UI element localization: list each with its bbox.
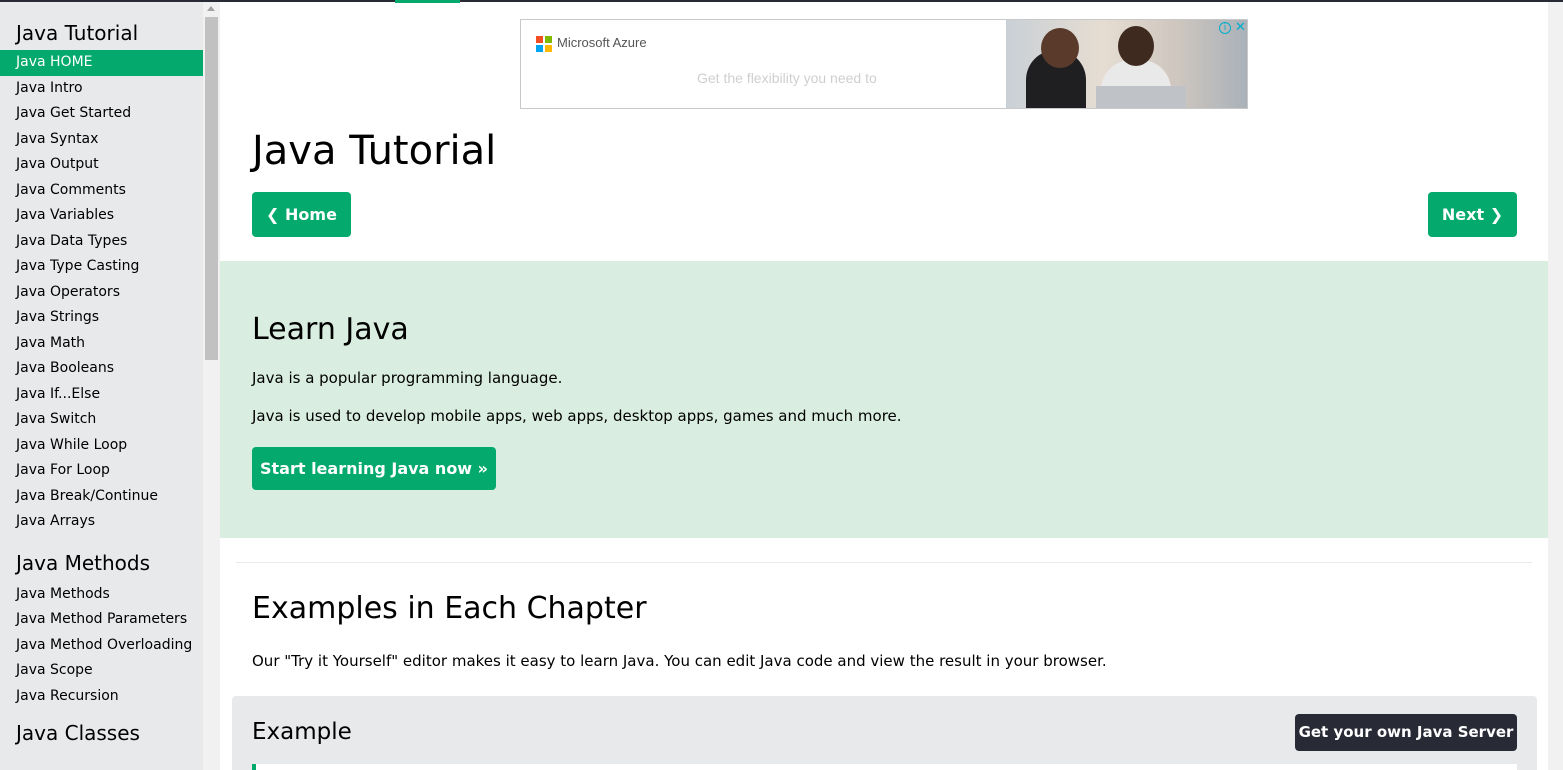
get-java-server-button[interactable]: Get your own Java Server [1295, 714, 1517, 751]
sidebar-heading: Java Tutorial [16, 21, 139, 45]
ad-brand-name: Microsoft Azure [557, 35, 647, 50]
examples-heading: Examples in Each Chapter [252, 591, 647, 626]
sidebar-item-java-switch[interactable]: Java Switch [0, 407, 203, 433]
logo-square-red [536, 36, 543, 43]
home-button[interactable]: ❮ Home [252, 192, 351, 237]
ad-close-icon[interactable]: ✕ [1235, 20, 1246, 35]
sidebar-item-java-arrays[interactable]: Java Arrays [0, 509, 203, 535]
sidebar-scrollbar-thumb[interactable] [205, 17, 218, 360]
scroll-up-arrow-icon[interactable] [207, 6, 215, 11]
learn-java-panel: Learn Java Java is a popular programming… [220, 261, 1548, 538]
logo-square-green [545, 36, 552, 43]
page-title: Java Tutorial [252, 128, 497, 174]
logo-square-yellow [545, 45, 552, 52]
ad-photo-laptop [1096, 86, 1186, 108]
sidebar-heading: Java Classes [16, 721, 140, 745]
microsoft-logo-icon [536, 36, 552, 52]
learn-java-heading: Learn Java [252, 312, 409, 347]
sidebar-item-java-get-started[interactable]: Java Get Started [0, 101, 203, 127]
learn-java-intro-text: Java is a popular programming language. [252, 369, 563, 387]
examples-description: Our "Try it Yourself" editor makes it ea… [252, 652, 1107, 670]
ad-info-icon[interactable]: i [1219, 22, 1231, 34]
sidebar-item-java-home[interactable]: Java HOME [0, 50, 203, 76]
sidebar-item-java-break-continue[interactable]: Java Break/Continue [0, 484, 203, 510]
logo-square-blue [536, 45, 543, 52]
ad-photo [1006, 20, 1247, 108]
next-button[interactable]: Next ❯ [1428, 192, 1517, 237]
sidebar-item-java-method-parameters[interactable]: Java Method Parameters [0, 607, 203, 633]
sidebar-item-java-method-overloading[interactable]: Java Method Overloading [0, 633, 203, 659]
sidebar-scrollbar[interactable] [203, 2, 220, 770]
sidebar-item-java-for-loop[interactable]: Java For Loop [0, 458, 203, 484]
sidebar-heading: Java Methods [16, 550, 151, 575]
ad-photo-head-right [1118, 26, 1154, 66]
example-box: Example Get your own Java Server [232, 696, 1537, 770]
sidebar-item-java-while-loop[interactable]: Java While Loop [0, 433, 203, 459]
sidebar-item-java-syntax[interactable]: Java Syntax [0, 127, 203, 153]
example-title: Example [252, 719, 352, 745]
start-learning-button[interactable]: Start learning Java now » [252, 447, 496, 490]
sidebar-item-java-math[interactable]: Java Math [0, 331, 203, 357]
learn-java-uses-text: Java is used to develop mobile apps, web… [252, 407, 902, 425]
ad-tagline: Get the flexibility you need to [697, 70, 877, 86]
main-content: Microsoft Azure Get the flexibility you … [220, 2, 1548, 770]
sidebar-item-java-strings[interactable]: Java Strings [0, 305, 203, 331]
sidebar-item-java-type-casting[interactable]: Java Type Casting [0, 254, 203, 280]
sidebar-item-java-scope[interactable]: Java Scope [0, 658, 203, 684]
sidebar-nav: Java Tutorial Java HOME Java Intro Java Get… [0, 2, 203, 770]
page-scrollbar[interactable] [1548, 2, 1563, 770]
sidebar-item-java-comments[interactable]: Java Comments [0, 178, 203, 204]
advertisement-banner[interactable]: Microsoft Azure Get the flexibility you … [520, 19, 1248, 109]
ad-photo-head-left [1041, 28, 1079, 68]
sidebar-item-java-data-types[interactable]: Java Data Types [0, 229, 203, 255]
sidebar-item-java-output[interactable]: Java Output [0, 152, 203, 178]
sidebar-item-java-variables[interactable]: Java Variables [0, 203, 203, 229]
section-divider [236, 562, 1532, 563]
sidebar-item-java-if-else[interactable]: Java If...Else [0, 382, 203, 408]
sidebar-item-java-intro[interactable]: Java Intro [0, 76, 203, 102]
sidebar-item-java-booleans[interactable]: Java Booleans [0, 356, 203, 382]
sidebar-item-java-methods[interactable]: Java Methods [0, 582, 203, 608]
sidebar-item-java-operators[interactable]: Java Operators [0, 280, 203, 306]
code-block [252, 764, 1517, 770]
sidebar-item-java-recursion[interactable]: Java Recursion [0, 684, 203, 710]
